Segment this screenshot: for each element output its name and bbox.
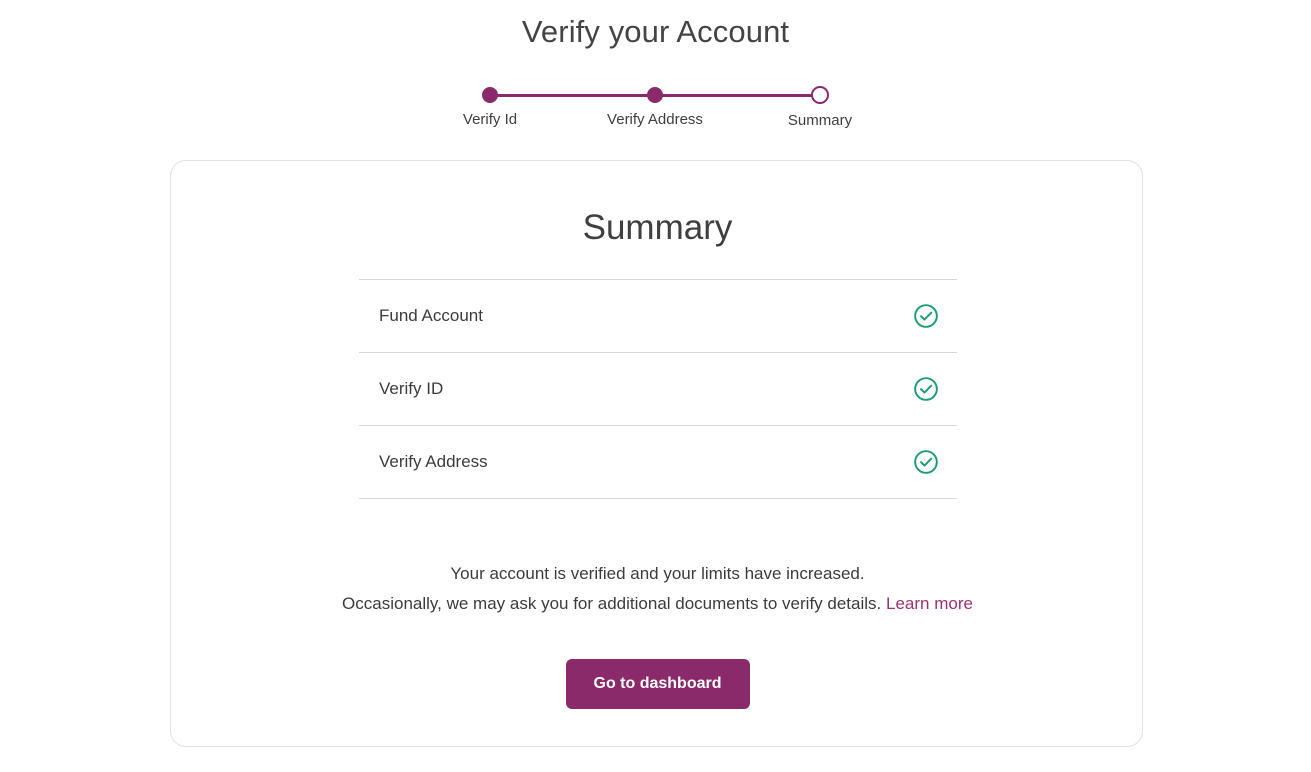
- card-title: Summary: [582, 208, 733, 247]
- check-circle-icon: [914, 377, 938, 401]
- stepper-step-label: Verify Address: [607, 111, 703, 128]
- status-badge: [913, 449, 957, 475]
- page-title: Verify your Account: [521, 14, 790, 49]
- status-badge: [913, 303, 957, 329]
- summary-card: Summary Fund Account Verify ID Verify Ad…: [170, 160, 1143, 747]
- row-label: Verify ID: [379, 379, 444, 398]
- verification-note: Your account is verified and your limits…: [171, 559, 1144, 619]
- progress-stepper: Verify Id Verify Address Summary: [455, 80, 855, 136]
- hollow-dot-icon: [811, 86, 829, 104]
- note-line-2: Occasionally, we may ask you for additio…: [342, 594, 882, 613]
- summary-list: Fund Account Verify ID Verify Address: [359, 279, 957, 499]
- table-row: Verify ID: [359, 352, 957, 425]
- stepper-step-verify-id[interactable]: Verify Id: [430, 80, 550, 128]
- row-label: Fund Account: [379, 306, 483, 325]
- check-circle-icon: [914, 304, 938, 328]
- note-line-1: Your account is verified and your limits…: [450, 564, 865, 583]
- filled-dot-icon: [647, 87, 663, 103]
- go-to-dashboard-button[interactable]: Go to dashboard: [565, 659, 750, 709]
- row-label: Verify Address: [379, 452, 488, 471]
- check-circle-icon: [914, 450, 938, 474]
- status-badge: [913, 376, 957, 402]
- table-row: Fund Account: [359, 279, 957, 352]
- learn-more-link[interactable]: Learn more: [886, 594, 973, 613]
- table-row: Verify Address: [359, 425, 957, 499]
- note-line-2-wrap: Occasionally, we may ask you for additio…: [171, 589, 1144, 619]
- stepper-step-verify-address[interactable]: Verify Address: [595, 80, 715, 128]
- stepper-step-summary[interactable]: Summary: [760, 80, 880, 129]
- stepper-step-label: Verify Id: [462, 111, 518, 128]
- stepper-step-label: Summary: [787, 112, 853, 129]
- filled-dot-icon: [482, 87, 498, 103]
- cta-container: Go to dashboard: [171, 659, 1144, 709]
